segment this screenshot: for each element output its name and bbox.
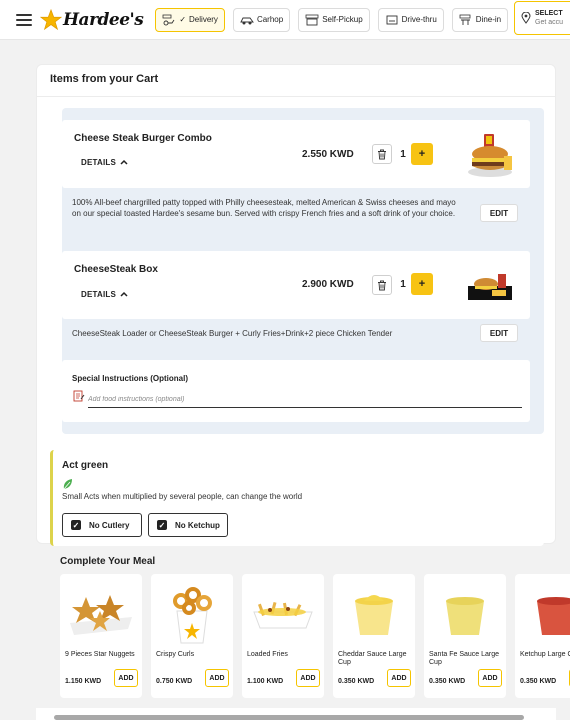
details-label: DETAILS — [81, 158, 117, 167]
meal-item-card[interactable]: 9 Pieces Star Nuggets 1.150 KWD ADD — [60, 574, 142, 698]
add-button[interactable]: ADD — [478, 669, 502, 687]
tab-delivery-label: Delivery — [189, 15, 218, 24]
star-logo-icon — [40, 8, 62, 30]
santa-fe-sauce-image — [430, 580, 500, 646]
add-button[interactable]: ADD — [296, 669, 320, 687]
chevron-up-icon — [120, 159, 128, 165]
drive-thru-icon — [386, 15, 398, 24]
check-icon: ✓ — [179, 15, 187, 24]
cart-item — [62, 251, 530, 319]
meal-item-name: 9 Pieces Star Nuggets — [65, 651, 135, 658]
meal-item-price: 0.350 KWD — [429, 678, 466, 685]
meal-item-price: 0.750 KWD — [156, 678, 193, 685]
note-icon — [73, 390, 85, 402]
ketchup-image — [521, 580, 570, 646]
special-instructions-label: Special Instructions (Optional) — [72, 374, 189, 383]
no-cutlery-checkbox[interactable]: ✓ No Cutlery — [62, 513, 142, 537]
complete-meal-title: Complete Your Meal — [60, 556, 156, 567]
trash-icon — [378, 149, 386, 159]
item-description: 100% All-beef chargrilled patty topped w… — [72, 198, 456, 218]
special-instructions-box — [62, 360, 530, 422]
item-price: 2.550 KWD — [302, 149, 354, 160]
meal-item-card[interactable]: Crispy Curls 0.750 KWD ADD — [151, 574, 233, 698]
scrollbar-thumb[interactable] — [54, 715, 524, 720]
tab-drive-thru[interactable]: Drive-thru — [377, 7, 444, 32]
tab-carhop-label: Carhop — [256, 15, 284, 24]
delivery-scooter-icon — [162, 14, 175, 25]
meal-item-name: Loaded Fries — [247, 651, 288, 658]
item-name: Cheese Steak Burger Combo — [74, 133, 212, 144]
add-button[interactable]: ADD — [114, 669, 138, 687]
tab-drive-thru-label: Drive-thru — [401, 15, 437, 24]
location-pin-icon — [521, 12, 531, 24]
tab-self-pickup[interactable]: Self-Pickup — [298, 7, 370, 32]
logo-wordmark: Hardee's — [63, 9, 144, 30]
nuggets-image — [66, 580, 136, 646]
trash-icon — [378, 280, 386, 290]
tab-self-pickup-label: Self-Pickup — [322, 15, 363, 24]
horizontal-scrollbar[interactable] — [36, 708, 556, 720]
loaded-fries-image — [248, 580, 318, 646]
meal-item-name: Ketchup Large Cup — [520, 651, 570, 658]
cart-title: Items from your Cart — [50, 73, 159, 85]
meal-item-name: Cheddar Sauce Large Cup — [338, 651, 407, 666]
delete-button[interactable] — [372, 144, 392, 164]
no-ketchup-label: No Ketchup — [175, 520, 220, 530]
divider — [37, 96, 555, 97]
details-toggle[interactable]: DETAILS — [81, 290, 128, 299]
order-mode-tabs: ✓ Delivery Carhop Self-Pickup Drive-thru… — [155, 7, 509, 32]
meal-item-price: 1.100 KWD — [247, 678, 284, 685]
checkbox-checked-icon: ✓ — [71, 520, 81, 530]
location-selector[interactable]: SELECT Get accu — [514, 1, 570, 35]
add-button[interactable]: ADD — [205, 669, 229, 687]
no-ketchup-checkbox[interactable]: ✓ No Ketchup — [148, 513, 228, 537]
leaf-icon — [63, 479, 72, 490]
tab-dine-in[interactable]: Dine-in — [451, 7, 509, 32]
cheddar-sauce-image — [339, 580, 409, 646]
chevron-up-icon — [120, 291, 128, 297]
edit-button[interactable]: EDIT — [480, 324, 518, 342]
item-price: 2.900 KWD — [302, 279, 354, 290]
add-button[interactable]: ADD — [387, 669, 411, 687]
item-description: CheeseSteak Loader or CheeseSteak Burger… — [72, 329, 393, 338]
meal-item-card[interactable]: Ketchup Large Cup 0.350 KWD ADD — [515, 574, 570, 698]
tab-delivery[interactable]: ✓ Delivery — [155, 7, 225, 32]
increase-quantity-button[interactable]: + — [411, 273, 433, 295]
no-cutlery-label: No Cutlery — [89, 520, 130, 530]
location-title: SELECT — [535, 10, 563, 17]
tab-carhop[interactable]: Carhop — [232, 7, 291, 32]
checkbox-checked-icon: ✓ — [157, 520, 167, 530]
edit-button[interactable]: EDIT — [480, 204, 518, 222]
top-header: Hardee's ✓ Delivery Carhop Self-Pickup D… — [0, 0, 570, 40]
item-name: CheeseSteak Box — [74, 264, 158, 275]
act-green-text: Small Acts when multiplied by several pe… — [62, 492, 303, 501]
special-instructions-input[interactable] — [88, 392, 522, 408]
increase-quantity-button[interactable]: + — [411, 143, 433, 165]
tab-dine-in-label: Dine-in — [475, 15, 502, 24]
meal-item-card[interactable]: Loaded Fries 1.100 KWD ADD — [242, 574, 324, 698]
meal-item-price: 0.350 KWD — [520, 678, 557, 685]
act-green-title: Act green — [62, 460, 109, 471]
meal-item-name: Santa Fe Sauce Large Cup — [429, 651, 500, 666]
details-toggle[interactable]: DETAILS — [81, 158, 128, 167]
meal-item-name: Crispy Curls — [156, 651, 195, 658]
meal-item-price: 0.350 KWD — [338, 678, 375, 685]
cart-item — [62, 120, 530, 188]
car-icon — [240, 17, 254, 24]
store-pickup-icon — [305, 14, 319, 25]
combo-burger-image — [468, 134, 512, 177]
delete-button[interactable] — [372, 275, 392, 295]
meal-item-price: 1.150 KWD — [65, 678, 102, 685]
cheesesteak-box-image — [468, 274, 512, 300]
crispy-curls-image — [157, 580, 227, 646]
quantity-value: 1 — [400, 149, 406, 160]
dine-in-icon — [459, 14, 471, 25]
meal-item-card[interactable]: Cheddar Sauce Large Cup 0.350 KWD ADD — [333, 574, 415, 698]
menu-icon[interactable] — [16, 13, 32, 26]
location-subtitle: Get accu — [535, 19, 564, 26]
quantity-value: 1 — [400, 279, 406, 290]
hardees-logo[interactable]: Hardee's — [40, 5, 144, 35]
meal-item-card[interactable]: Santa Fe Sauce Large Cup 0.350 KWD ADD — [424, 574, 506, 698]
details-label: DETAILS — [81, 290, 117, 299]
